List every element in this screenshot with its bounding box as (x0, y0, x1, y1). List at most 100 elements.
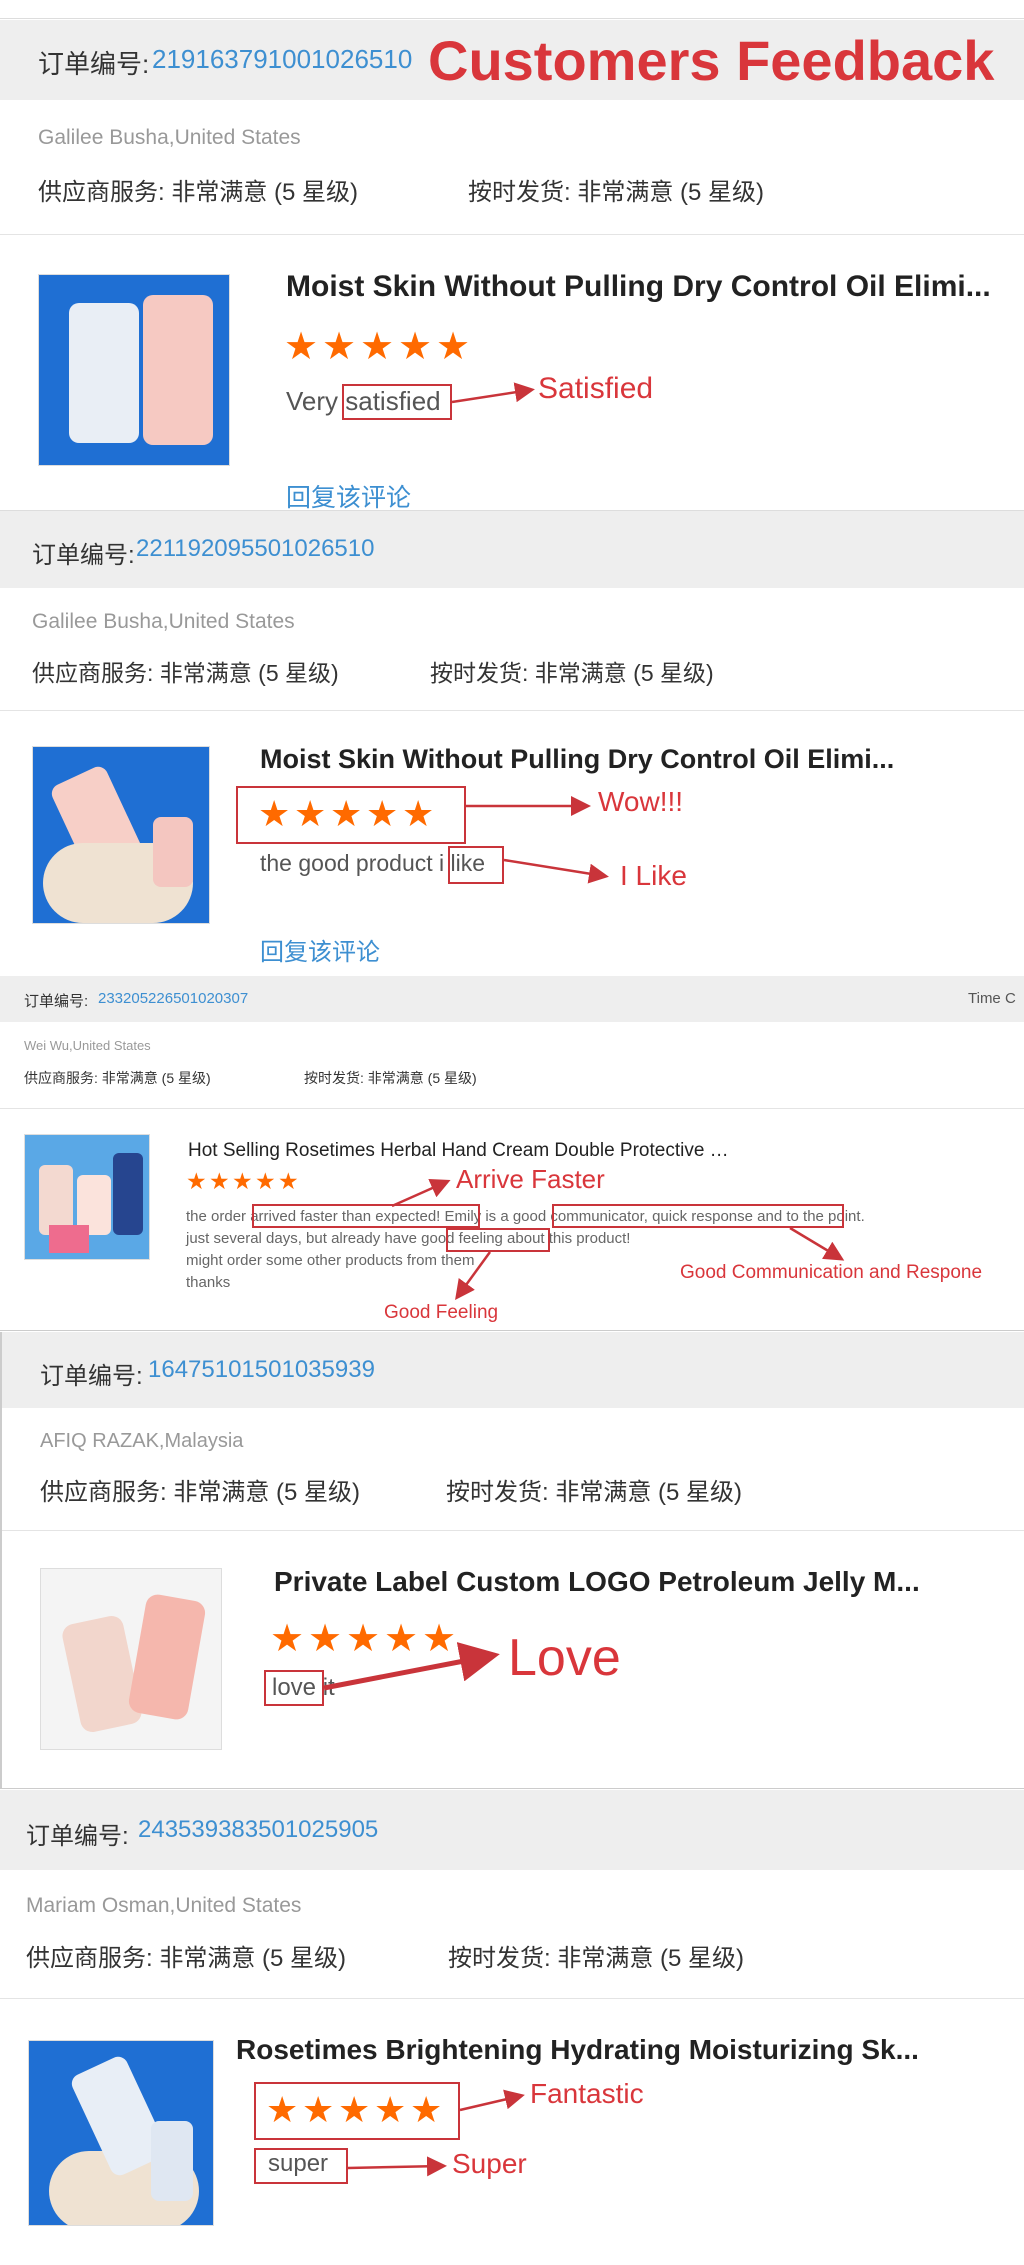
product-image[interactable] (40, 1568, 222, 1750)
shipping-rating-text: 非常满意 (555, 1479, 652, 1506)
product-title[interactable]: Moist Skin Without Pulling Dry Control O… (260, 744, 894, 775)
star-icon: ★ (278, 1168, 299, 1194)
star-icon: ★ (294, 793, 327, 834)
order-number-link[interactable]: 219163791001026510 (152, 44, 412, 75)
annotation-wow: Wow!!! (598, 786, 684, 817)
highlight-box (448, 846, 504, 884)
comment-line: might order some other products from the… (186, 1252, 475, 1269)
service-rating-level: (5 星级) (161, 1070, 211, 1086)
shipping-rating: 按时发货: 非常满意 (5 星级) (430, 654, 714, 688)
star-icon: ★ (366, 793, 399, 834)
annotation-arrive-faster: Arrive Faster (456, 1164, 605, 1194)
arrow-icon (391, 1178, 451, 1208)
star-icon: ★ (402, 793, 435, 834)
service-label: 供应商服务: (32, 660, 154, 686)
comment-line: just several days, but already have good… (186, 1230, 630, 1247)
service-rating-text: 非常满意 (159, 1945, 256, 1972)
comment-pre: Very (286, 386, 346, 416)
service-rating: 供应商服务: 非常满意 (5 星级) (38, 172, 358, 207)
service-label: 供应商服务: (38, 179, 165, 206)
highlight-box (264, 1670, 324, 1706)
product-image[interactable] (32, 746, 210, 924)
order-header-5: 订单编号: 243539383501025905 (0, 1790, 1024, 1870)
shipping-rating-text: 非常满意 (367, 1070, 424, 1086)
highlight-box (252, 1204, 480, 1228)
shipping-label: 按时发货: (430, 660, 529, 686)
order-number-link[interactable]: 233205226501020307 (98, 990, 248, 1007)
order-number-link[interactable]: 16475101501035939 (148, 1356, 375, 1384)
arrow-icon (789, 1226, 845, 1261)
divider (0, 1998, 1024, 1999)
annotation-good-feeling: Good Feeling (384, 1302, 499, 1323)
shipping-rating-text: 非常满意 (577, 179, 674, 206)
star-icon: ★ (209, 1168, 230, 1194)
divider (2, 1530, 1024, 1531)
order-number-link[interactable]: 243539383501025905 (138, 1816, 378, 1844)
product-image[interactable] (28, 2040, 214, 2226)
divider (0, 710, 1024, 711)
divider (0, 234, 1024, 235)
arrow-icon (459, 2089, 525, 2112)
customer-name: AFIQ RAZAK,Malaysia (40, 1430, 244, 1452)
reply-link[interactable]: 回复该评论 (286, 478, 411, 514)
star-icon: ★ (232, 1168, 253, 1194)
arrow-icon (503, 858, 609, 884)
shipping-rating-text: 非常满意 (557, 1945, 654, 1972)
shipping-rating: 按时发货: 非常满意 (5 星级) (446, 1472, 742, 1507)
highlight-box (446, 1228, 550, 1252)
service-rating-text: 非常满意 (159, 660, 252, 686)
star-icon: ★ (186, 1168, 207, 1194)
product-title[interactable]: Private Label Custom LOGO Petroleum Jell… (274, 1566, 920, 1598)
order-header-4: 订单编号: 16475101501035939 (0, 1332, 1024, 1408)
arrow-icon (451, 382, 535, 404)
product-image[interactable] (38, 274, 230, 466)
star-icon: ★ (284, 326, 319, 368)
order-number-link[interactable]: 221192095501026510 (136, 535, 374, 563)
shipping-rating-level: (5 星级) (680, 179, 765, 206)
service-rating: 供应商服务: 非常满意 (5 星级) (26, 1938, 346, 1973)
star-icon: ★ (410, 2089, 443, 2130)
shipping-rating-text: 非常满意 (534, 660, 627, 686)
service-rating-level: (5 星级) (262, 1945, 347, 1972)
service-rating-text: 非常满意 (101, 1070, 158, 1086)
arrow-icon (347, 2156, 447, 2177)
product-title[interactable]: Moist Skin Without Pulling Dry Control O… (286, 270, 991, 304)
divider (0, 1330, 1024, 1331)
product-title[interactable]: Rosetimes Brightening Hydrating Moisturi… (236, 2034, 919, 2066)
star-icon: ★ (258, 793, 291, 834)
service-rating-text: 非常满意 (173, 1479, 270, 1506)
product-title[interactable]: Hot Selling Rosetimes Herbal Hand Cream … (188, 1140, 729, 1162)
service-rating: 供应商服务: 非常满意 (5 星级) (24, 1068, 211, 1088)
annotation-super: Super (452, 2148, 527, 2179)
shipping-rating: 按时发货: 非常满意 (5 星级) (468, 172, 764, 207)
comment-segment: just several days, but already have (186, 1230, 422, 1247)
shipping-rating-level: (5 星级) (660, 1945, 745, 1972)
comment-line: thanks (186, 1274, 231, 1291)
banner-title: Customers Feedback (428, 29, 995, 92)
service-rating-text: 非常满意 (171, 179, 268, 206)
shipping-label: 按时发货: (448, 1945, 551, 1972)
star-icon: ★ (422, 1618, 457, 1660)
highlight-box (552, 1204, 844, 1228)
order-header-3: 订单编号: 233205226501020307 Time C (0, 976, 1024, 1022)
divider (0, 1788, 1024, 1789)
product-image[interactable] (24, 1134, 150, 1260)
star-icon: ★ (308, 1618, 343, 1660)
top-border (0, 18, 1024, 19)
customer-name: Mariam Osman,United States (26, 1894, 302, 1917)
star-icon: ★ (346, 1618, 381, 1660)
order-label: 订单编号: (40, 1363, 143, 1390)
shipping-rating-level: (5 星级) (427, 1070, 477, 1086)
star-icon: ★ (302, 2089, 335, 2130)
comment-pre: the good product (260, 850, 440, 876)
shipping-label: 按时发货: (446, 1479, 549, 1506)
star-icon: ★ (360, 326, 395, 368)
annotation-fantastic: Fantastic (530, 2078, 644, 2109)
order-label: 订单编号: (38, 49, 150, 79)
reply-link[interactable]: 回复该评论 (260, 932, 380, 967)
customer-name: Galilee Busha,United States (32, 610, 295, 633)
star-icon: ★ (374, 2089, 407, 2130)
annotation-love: Love (508, 1629, 621, 1687)
star-icon: ★ (255, 1168, 276, 1194)
order-header-1: 订单编号: 219163791001026510 Customers Feedb… (0, 20, 1024, 100)
